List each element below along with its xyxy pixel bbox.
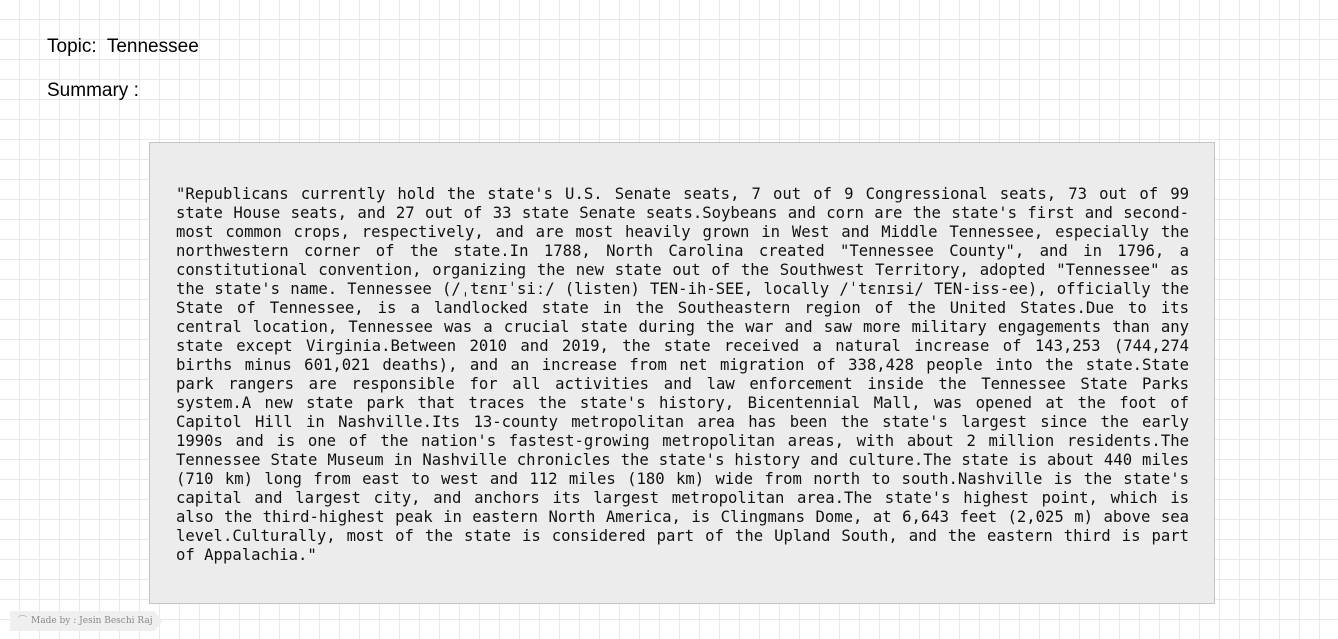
summary-label: Summary : [47, 80, 139, 101]
topic-heading: Topic: Tennessee [47, 35, 199, 59]
credit-text: Made by : Jesin Beschi Raj [31, 616, 153, 626]
topic-value: Tennessee [106, 36, 199, 57]
summary-heading: Summary : [47, 79, 139, 103]
tag-icon: ⌒ [18, 616, 28, 626]
topic-label: Topic: [47, 36, 97, 57]
credit-badge: ⌒ Made by : Jesin Beschi Raj [10, 611, 163, 631]
summary-box: "Republicans currently hold the state's … [149, 142, 1215, 604]
summary-text: "Republicans currently hold the state's … [176, 185, 1189, 564]
